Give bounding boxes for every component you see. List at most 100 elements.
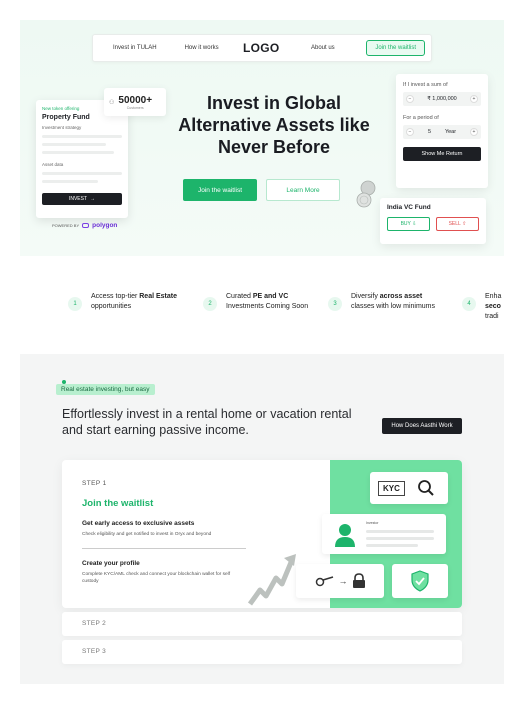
period-field[interactable]: − 5 Year + xyxy=(403,125,481,139)
step2-row[interactable]: STEP 2 xyxy=(62,612,462,636)
amount-value: ₹ 1,000,000 xyxy=(427,96,457,102)
divider xyxy=(82,548,246,549)
item2-title: Create your profile xyxy=(82,560,140,567)
shield-card xyxy=(392,564,448,598)
item1-desc: Check eligibility and get notified to in… xyxy=(82,532,212,537)
plus-icon[interactable]: + xyxy=(470,95,478,103)
feature-post: opportunities xyxy=(91,303,132,310)
stat-text: 50000+ Customers xyxy=(118,95,152,110)
feature-text: Curated PE and VC Investments Coming Soon xyxy=(226,292,308,312)
placeholder-bar xyxy=(42,143,106,146)
buy-button[interactable]: BUY ⇩ xyxy=(387,217,430,231)
sell-label: SELL xyxy=(448,221,461,227)
vc-fund-card: India VC Fund BUY ⇩ SELL ⇧ xyxy=(380,198,486,244)
customers-stat: ⚇ 50000+ Customers xyxy=(104,88,166,116)
feature-number: 1 xyxy=(68,297,82,311)
top-nav: Invest in TULAH How it works LOGO About … xyxy=(92,34,432,62)
nav-about-link[interactable]: About us xyxy=(311,45,335,51)
sell-button[interactable]: SELL ⇧ xyxy=(436,217,479,231)
hero-title-line2-wrap: Alternative Assets like xyxy=(154,114,394,136)
fund-actions: BUY ⇩ SELL ⇧ xyxy=(387,217,479,231)
nav-invest-link[interactable]: Invest in TULAH xyxy=(113,45,157,51)
feature-pre: Diversify xyxy=(351,293,380,300)
arrow-right-icon: → xyxy=(338,576,348,586)
feature-item: 4 Enha seco tradi xyxy=(462,292,501,322)
lock-icon xyxy=(352,573,365,588)
feature-item: 3 Diversify across asset classes with low… xyxy=(328,292,435,312)
feature-item: 1 Access top-tier Real Estate opportuniti… xyxy=(68,292,177,312)
hero-section: Invest in TULAH How it works LOGO About … xyxy=(20,20,504,256)
hero-title-line1: Invest in Global xyxy=(206,93,342,113)
feature-text: Enha seco tradi xyxy=(485,292,501,322)
features-row: 1 Access top-tier Real Estate opportuniti… xyxy=(0,288,524,328)
investor-card: Investor xyxy=(322,514,446,554)
step1-card: STEP 1 Join the waitlist Get early acces… xyxy=(62,460,462,608)
sum-question: If I invest a sum of xyxy=(403,82,448,88)
step1-title: Join the waitlist xyxy=(82,498,154,509)
strategy-label: Investment strategy xyxy=(42,125,82,130)
invest-button[interactable]: INVEST → xyxy=(42,193,122,205)
feature-pre: Access top-tier xyxy=(91,293,140,300)
step1-label: STEP 1 xyxy=(82,480,107,487)
plus-icon[interactable]: + xyxy=(470,128,478,136)
stat-label: Customers xyxy=(126,105,144,110)
powered-label: POWERED BY xyxy=(52,223,80,228)
feature-post: Investments Coming Soon xyxy=(226,303,309,310)
feature-pre: Curated xyxy=(226,293,253,300)
how-does-it-work-button[interactable]: How Does Aasthi Work xyxy=(382,418,462,434)
item2-desc: Complete KYC/AML check and connect your … xyxy=(82,572,231,584)
kyc-badge: KYC xyxy=(378,480,405,496)
feature-number: 4 xyxy=(462,297,476,311)
feature-text: Access top-tier Real Estate opportunities xyxy=(91,292,177,312)
minus-icon[interactable]: − xyxy=(406,128,414,136)
step3-row[interactable]: STEP 3 xyxy=(62,640,462,664)
feature-bold: Real Estate xyxy=(139,293,177,300)
polygon-icon xyxy=(82,223,90,228)
placeholder-bar xyxy=(366,544,418,547)
kyc-card: KYC xyxy=(370,472,448,504)
return-calculator: If I invest a sum of − ₹ 1,000,000 + For… xyxy=(396,74,488,188)
period-question: For a period of xyxy=(403,115,439,121)
learn-more-button[interactable]: Learn More xyxy=(266,179,340,201)
placeholder-bar xyxy=(42,135,122,138)
feature-number: 3 xyxy=(328,297,342,311)
how-it-works-section: Real estate investing, but easy Effortle… xyxy=(20,354,504,684)
placeholder-bar xyxy=(366,537,434,540)
search-icon xyxy=(417,480,434,496)
property-fund-card: New token offering Property Fund Investm… xyxy=(36,100,128,218)
feature-post: classes with low minimums xyxy=(351,303,436,310)
feature-pre: Enha xyxy=(485,293,502,300)
hero-title: Invest in Global Alternative Assets like… xyxy=(154,92,394,158)
polygon-brand: polygon xyxy=(92,222,118,229)
item1-title: Get early access to exclusive assets xyxy=(82,520,195,527)
nav-join-button[interactable]: Join the waitlist xyxy=(366,40,425,56)
join-waitlist-button[interactable]: Join the waitlist xyxy=(183,179,257,201)
placeholder-bar xyxy=(42,172,122,175)
hero-title-line2: Alternative Assets like xyxy=(178,115,370,135)
powered-by: POWERED BY polygon xyxy=(52,222,117,229)
logo[interactable]: LOGO xyxy=(243,41,280,55)
buy-label: BUY xyxy=(400,221,411,227)
amount-field[interactable]: − ₹ 1,000,000 + xyxy=(403,92,481,106)
avatar-icon xyxy=(335,524,355,547)
years-value: 5 xyxy=(427,129,431,135)
minus-icon[interactable]: − xyxy=(406,95,414,103)
show-return-button[interactable]: Show Me Return xyxy=(403,147,481,161)
coins-icon xyxy=(356,180,376,208)
sell-icon: ⇧ xyxy=(462,221,467,227)
feature-bold: across asset xyxy=(379,293,423,300)
asset-data-label: Asset data xyxy=(42,162,64,167)
nav-how-link[interactable]: How it works xyxy=(185,45,219,51)
feature-post: tradi xyxy=(485,313,499,320)
hero-title-line3: Never Before xyxy=(217,137,331,157)
feature-item: 2 Curated PE and VC Investments Coming So… xyxy=(203,292,308,312)
feature-bold: seco xyxy=(485,303,501,310)
feature-number: 2 xyxy=(203,297,217,311)
placeholder-bar xyxy=(42,151,114,154)
placeholder-bar xyxy=(42,180,98,183)
section-pill: Real estate investing, but easy xyxy=(56,384,155,395)
years-unit: Year xyxy=(444,129,457,135)
placeholder-bar xyxy=(366,530,434,533)
investor-label: Investor xyxy=(366,521,379,525)
user-count-icon: ⚇ xyxy=(109,99,115,106)
